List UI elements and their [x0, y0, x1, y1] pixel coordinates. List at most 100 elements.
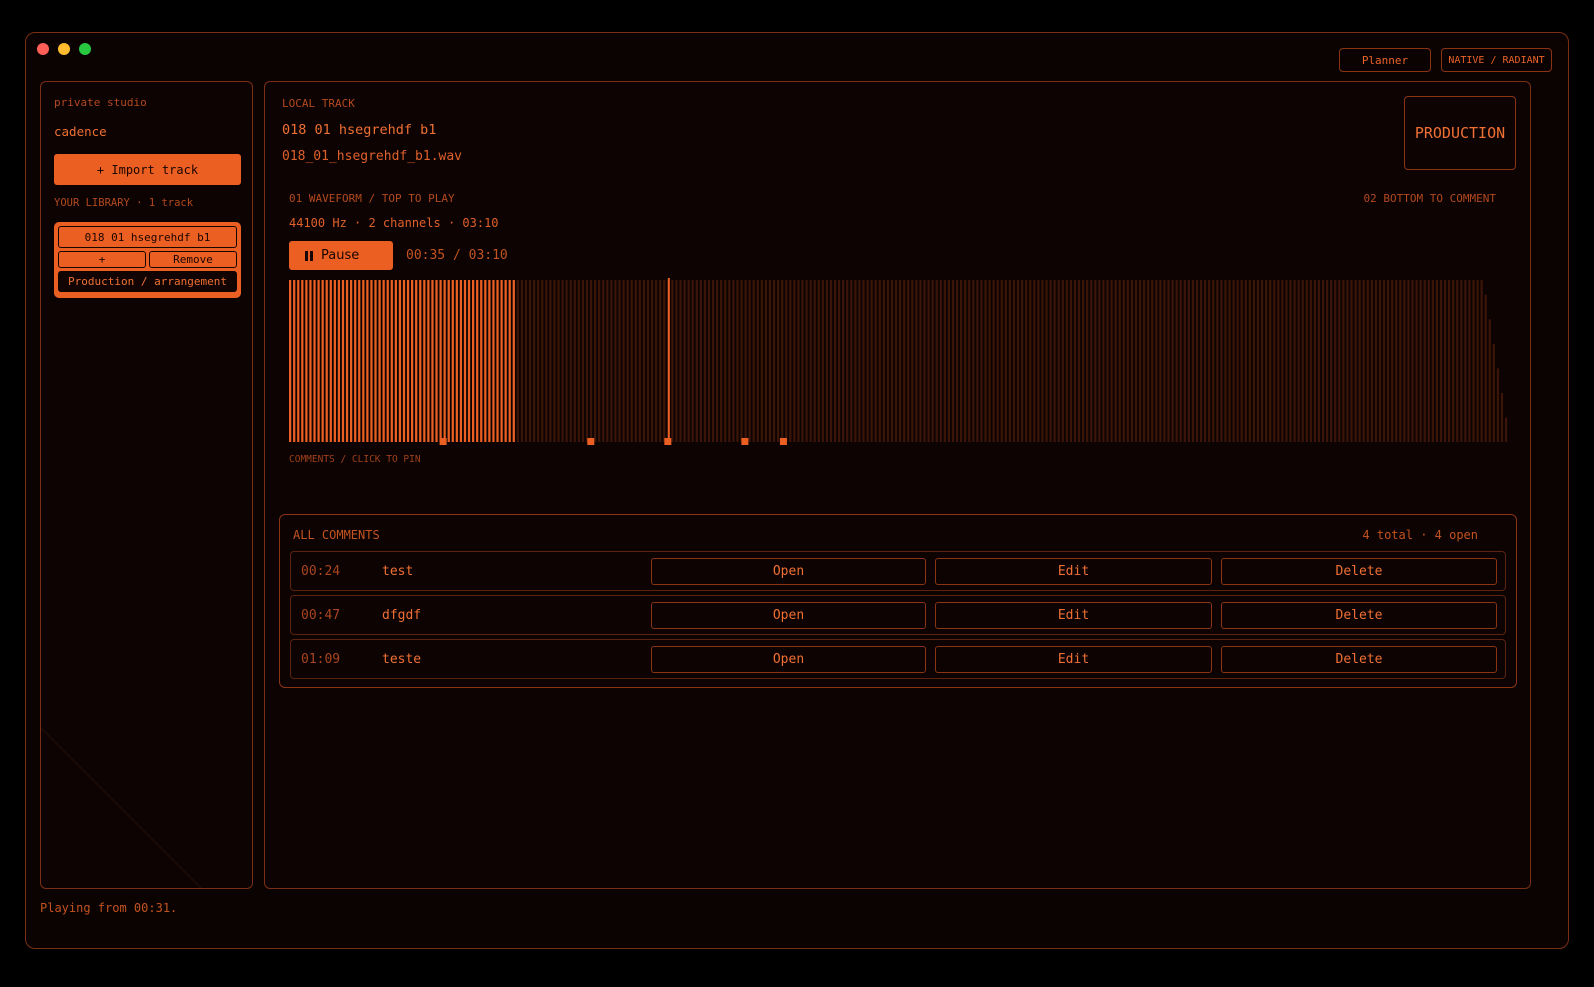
- waveform-bar: [1504, 417, 1508, 442]
- minimize-window-button[interactable]: [58, 43, 70, 55]
- waveform-bar: [923, 280, 926, 442]
- track-category-select[interactable]: Production / arrangement: [58, 271, 237, 292]
- waveform-bar: [756, 280, 759, 442]
- waveform-bar: [720, 280, 723, 442]
- close-window-button[interactable]: [37, 43, 49, 55]
- import-track-button[interactable]: + Import track: [54, 154, 241, 185]
- waveform-bar: [1041, 280, 1044, 442]
- library-track-card[interactable]: 018 01 hsegrehdf b1 + Remove Production …: [54, 222, 241, 298]
- waveform-bar: [1033, 280, 1036, 442]
- waveform-bar: [903, 280, 906, 442]
- waveform-bar: [809, 280, 812, 442]
- waveform-bar: [626, 280, 629, 442]
- open-comment-button[interactable]: Open: [651, 602, 926, 629]
- waveform-bar: [675, 280, 678, 442]
- waveform-bar: [793, 280, 796, 442]
- open-comment-button[interactable]: Open: [651, 646, 926, 673]
- waveform-bar: [313, 280, 316, 442]
- waveform-bar: [549, 280, 552, 442]
- waveform-bar: [947, 280, 951, 442]
- waveform-bar: [1090, 280, 1093, 442]
- waveform-bar: [1086, 280, 1089, 442]
- delete-comment-button[interactable]: Delete: [1221, 646, 1497, 673]
- theme-toggle-button[interactable]: NATIVE / RADIANT: [1441, 48, 1552, 72]
- waveform-bar: [691, 280, 694, 442]
- waveform-bar: [1273, 280, 1276, 442]
- waveform-bar: [805, 280, 808, 442]
- waveform-bar: [911, 280, 914, 442]
- waveform-bar: [939, 280, 942, 442]
- waveform-bar: [1143, 280, 1146, 442]
- comment-time[interactable]: 00:24: [301, 564, 340, 579]
- track-detail-panel: LOCAL TRACK 018 01 hsegrehdf b1 018_01_h…: [264, 81, 1531, 889]
- waveform-bar: [455, 280, 458, 442]
- waveform-bar: [1061, 280, 1064, 442]
- waveform-bar: [606, 280, 609, 442]
- edit-comment-button[interactable]: Edit: [935, 646, 1212, 673]
- waveform-bar: [321, 280, 324, 442]
- waveform-bar: [1106, 280, 1109, 442]
- waveform-bar: [528, 280, 532, 442]
- waveform-bar: [695, 280, 698, 442]
- pause-button[interactable]: Pause: [289, 241, 393, 270]
- comment-time[interactable]: 00:47: [301, 608, 340, 623]
- add-to-track-button[interactable]: +: [58, 251, 146, 268]
- waveform-bar: [1391, 280, 1394, 442]
- waveform-bar: [537, 280, 540, 442]
- comment-text: test: [382, 564, 414, 579]
- comment-text: dfgdf: [382, 608, 422, 623]
- edit-comment-button[interactable]: Edit: [935, 602, 1212, 629]
- waveform-bar: [655, 280, 658, 442]
- planner-button[interactable]: Planner: [1339, 48, 1431, 72]
- waveform-bar: [951, 280, 955, 442]
- edit-comment-button[interactable]: Edit: [935, 558, 1212, 585]
- comment-row: 00:24 test Open Edit Delete: [290, 551, 1506, 591]
- comment-marker[interactable]: [741, 438, 749, 445]
- comment-marker[interactable]: [439, 438, 447, 445]
- waveform-bar: [325, 280, 328, 442]
- waveform-bar: [1195, 280, 1199, 442]
- waveform-bar: [1334, 280, 1337, 442]
- waveform-bar: [785, 280, 788, 442]
- waveform-bar: [874, 280, 877, 442]
- waveform-bar: [333, 280, 336, 442]
- waveform-bar: [1460, 280, 1463, 442]
- zoom-window-button[interactable]: [79, 43, 91, 55]
- comment-marker[interactable]: [587, 438, 595, 445]
- waveform-bar: [467, 280, 471, 442]
- waveform-bar: [1277, 280, 1280, 442]
- app-window: Planner NATIVE / RADIANT private studio …: [25, 32, 1569, 949]
- waveform-bar: [1138, 280, 1142, 442]
- comment-marker[interactable]: [779, 438, 787, 445]
- stage-badge[interactable]: PRODUCTION: [1404, 96, 1516, 170]
- waveform-bar: [1403, 280, 1406, 442]
- playhead[interactable]: [667, 278, 670, 442]
- waveform-bar: [378, 280, 381, 442]
- delete-comment-button[interactable]: Delete: [1221, 558, 1497, 585]
- waveform-bar: [402, 280, 406, 442]
- waveform-bar: [829, 280, 833, 442]
- waveform-bar: [488, 280, 491, 442]
- waveform-bar: [964, 280, 967, 442]
- library-track-name[interactable]: 018 01 hsegrehdf b1: [58, 226, 237, 248]
- waveform-bar: [1212, 280, 1215, 442]
- waveform-bar: [996, 280, 999, 442]
- waveform-bar: [1321, 280, 1325, 442]
- waveform-bar: [1399, 280, 1402, 442]
- waveform-bar: [1216, 280, 1219, 442]
- comment-marker[interactable]: [664, 438, 672, 445]
- delete-comment-button[interactable]: Delete: [1221, 602, 1497, 629]
- waveform-bar: [744, 280, 747, 442]
- waveform-bar: [927, 280, 930, 442]
- open-comment-button[interactable]: Open: [651, 558, 926, 585]
- waveform-bar: [1472, 280, 1475, 442]
- pause-icon: [305, 250, 313, 261]
- waveform-bar: [1468, 280, 1471, 442]
- waveform-bar: [1094, 280, 1097, 442]
- waveform-bar: [411, 280, 414, 442]
- comment-time[interactable]: 01:09: [301, 652, 340, 667]
- waveform-bar: [1313, 280, 1317, 442]
- waveform-bar: [1199, 280, 1203, 442]
- remove-track-button[interactable]: Remove: [149, 251, 237, 268]
- waveform[interactable]: [289, 278, 1509, 446]
